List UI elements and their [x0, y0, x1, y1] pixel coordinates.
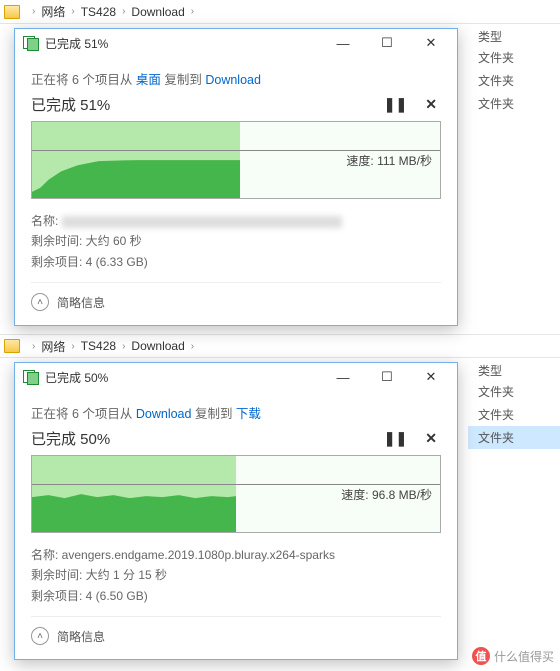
chevron-right-icon: ›: [32, 6, 35, 17]
dest-link[interactable]: 下载: [236, 407, 261, 421]
chevron-up-icon: ˄: [31, 627, 49, 645]
chevron-right-icon: ›: [71, 6, 74, 17]
list-item[interactable]: 文件夹: [468, 46, 560, 69]
list-item[interactable]: 文件夹: [468, 426, 560, 449]
chevron-right-icon: ›: [32, 341, 35, 352]
breadcrumb-item[interactable]: TS428: [81, 5, 116, 19]
breadcrumb-item[interactable]: Download: [131, 5, 184, 19]
dialog-title: 已完成 51%: [45, 35, 108, 52]
maximize-button[interactable]: ☐: [365, 30, 409, 56]
list-item[interactable]: 文件夹: [468, 69, 560, 92]
cancel-button[interactable]: ✕: [425, 96, 437, 113]
maximize-button[interactable]: ☐: [365, 364, 409, 390]
titlebar[interactable]: 已完成 51% — ☐ ✕: [15, 29, 457, 57]
remaining-items: 剩余项目: 4 (6.33 GB): [31, 252, 441, 272]
copy-description: 正在将 6 个项目从 桌面 复制到 Download: [31, 69, 441, 88]
speed-label: 速度: 111 MB/秒: [344, 152, 434, 169]
breadcrumb-item[interactable]: TS428: [81, 339, 116, 353]
breadcrumb-item[interactable]: 网络: [41, 3, 65, 20]
chevron-right-icon: ›: [191, 6, 194, 17]
file-copy-dialog: 已完成 51% — ☐ ✕ 正在将 6 个项目从 桌面 复制到 Download…: [14, 28, 458, 326]
file-copy-dialog: 已完成 50% — ☐ ✕ 正在将 6 个项目从 Download 复制到 下载…: [14, 362, 458, 660]
remaining-items: 剩余项目: 4 (6.50 GB): [31, 586, 441, 606]
list-item[interactable]: 文件夹: [468, 92, 560, 115]
minimize-button[interactable]: —: [321, 30, 365, 56]
dialog-title: 已完成 50%: [45, 369, 108, 386]
source-link[interactable]: 桌面: [136, 73, 161, 87]
remaining-time: 剩余时间: 大约 1 分 15 秒: [31, 565, 441, 585]
pause-button[interactable]: ❚❚: [384, 96, 407, 113]
breadcrumb-item[interactable]: Download: [131, 339, 184, 353]
details-label: 简略信息: [57, 294, 105, 311]
throughput-chart: 速度: 96.8 MB/秒: [31, 455, 441, 533]
folder-icon: [4, 339, 20, 353]
close-button[interactable]: ✕: [409, 30, 453, 56]
copy-icon: [23, 36, 39, 50]
watermark-text: 什么值得买: [494, 648, 554, 665]
close-button[interactable]: ✕: [409, 364, 453, 390]
cancel-button[interactable]: ✕: [425, 430, 437, 447]
throughput-chart: 速度: 111 MB/秒: [31, 121, 441, 199]
list-item[interactable]: 文件夹: [468, 380, 560, 403]
speed-label: 速度: 96.8 MB/秒: [339, 486, 434, 503]
dest-link[interactable]: Download: [205, 73, 261, 87]
breadcrumb[interactable]: › 网络 › TS428 › Download ›: [0, 334, 560, 358]
copy-description: 正在将 6 个项目从 Download 复制到 下载: [31, 403, 441, 422]
details-label: 简略信息: [57, 628, 105, 645]
watermark: 值 什么值得买: [472, 647, 554, 665]
folder-icon: [4, 5, 20, 19]
chevron-up-icon: ˄: [31, 293, 49, 311]
progress-text: 已完成 50%: [31, 428, 110, 449]
chevron-right-icon: ›: [122, 341, 125, 352]
chevron-right-icon: ›: [122, 6, 125, 17]
watermark-icon: 值: [472, 647, 490, 665]
breadcrumb[interactable]: › 网络 › TS428 › Download ›: [0, 0, 560, 24]
filename-blurred: [62, 216, 342, 228]
remaining-time: 剩余时间: 大约 60 秒: [31, 231, 441, 251]
pause-button[interactable]: ❚❚: [384, 430, 407, 447]
chevron-right-icon: ›: [71, 341, 74, 352]
copy-icon: [23, 370, 39, 384]
breadcrumb-item[interactable]: 网络: [41, 338, 65, 355]
name-row: 名称: avengers.endgame.2019.1080p.bluray.x…: [31, 545, 441, 565]
details-toggle[interactable]: ˄ 简略信息: [31, 282, 441, 311]
titlebar[interactable]: 已完成 50% — ☐ ✕: [15, 363, 457, 391]
filename: avengers.endgame.2019.1080p.bluray.x264-…: [62, 548, 335, 562]
minimize-button[interactable]: —: [321, 364, 365, 390]
progress-text: 已完成 51%: [31, 94, 110, 115]
list-item[interactable]: 文件夹: [468, 403, 560, 426]
name-row: 名称:: [31, 211, 441, 231]
source-link[interactable]: Download: [136, 407, 192, 421]
details-toggle[interactable]: ˄ 简略信息: [31, 616, 441, 645]
chevron-right-icon: ›: [191, 341, 194, 352]
